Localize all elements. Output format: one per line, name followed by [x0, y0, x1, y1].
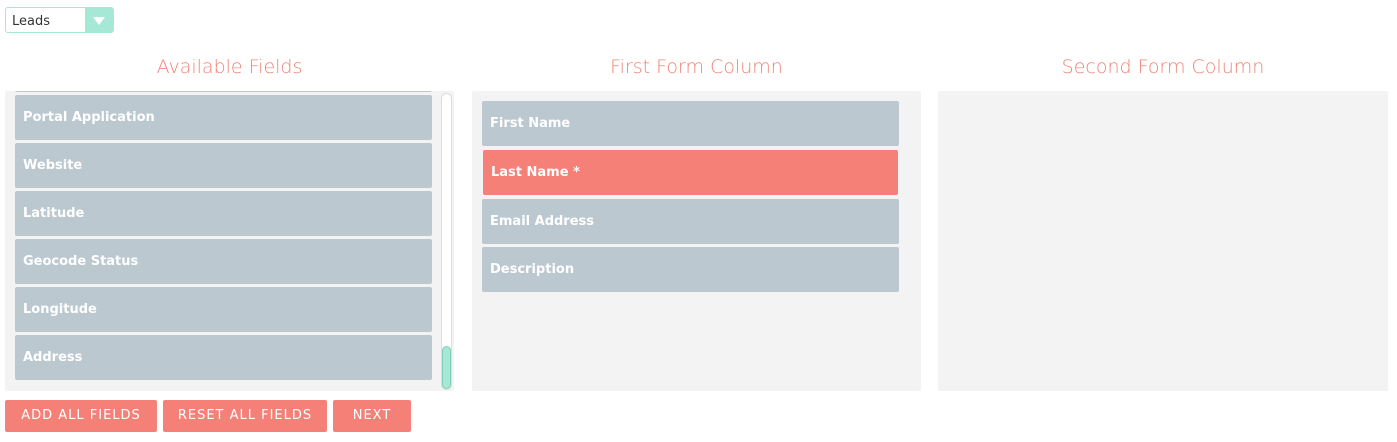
add-all-fields-button[interactable]: ADD ALL FIELDS [5, 400, 157, 432]
available-field-longitude[interactable]: Longitude [15, 287, 432, 332]
form-field-last-name[interactable]: Last Name * [483, 150, 898, 195]
second-form-column-title: Second Form Column [1061, 56, 1265, 78]
available-field-website[interactable]: Website [15, 143, 432, 188]
form-field-description[interactable]: Description [482, 247, 899, 292]
chevron-down-icon[interactable] [85, 8, 113, 32]
form-field-first-name[interactable]: First Name [482, 101, 899, 146]
next-button[interactable]: NEXT [333, 400, 411, 432]
form-field-email-address[interactable]: Email Address [482, 199, 899, 244]
scrollbar-thumb[interactable] [442, 346, 451, 389]
second-form-column-panel[interactable] [938, 91, 1388, 391]
first-form-column-panel[interactable]: First Name Last Name * Email Address Des… [472, 91, 921, 391]
available-field-address[interactable]: Address [15, 335, 432, 380]
available-field-portal-application[interactable]: Portal Application [15, 95, 432, 140]
available-field-latitude[interactable]: Latitude [15, 191, 432, 236]
module-select-value: Leads [12, 14, 51, 29]
first-form-column-title: First Form Column [610, 56, 783, 78]
available-fields-title: Available Fields [156, 56, 303, 78]
available-field-geocode-status[interactable]: Geocode Status [15, 239, 432, 284]
available-fields-panel[interactable]: Portal Application Website Latitude Geoc… [5, 91, 454, 391]
available-fields-scrollbar[interactable] [441, 93, 452, 390]
available-field-partial[interactable] [15, 91, 432, 92]
module-select[interactable]: Leads [5, 7, 114, 33]
reset-all-fields-button[interactable]: RESET ALL FIELDS [163, 400, 327, 432]
